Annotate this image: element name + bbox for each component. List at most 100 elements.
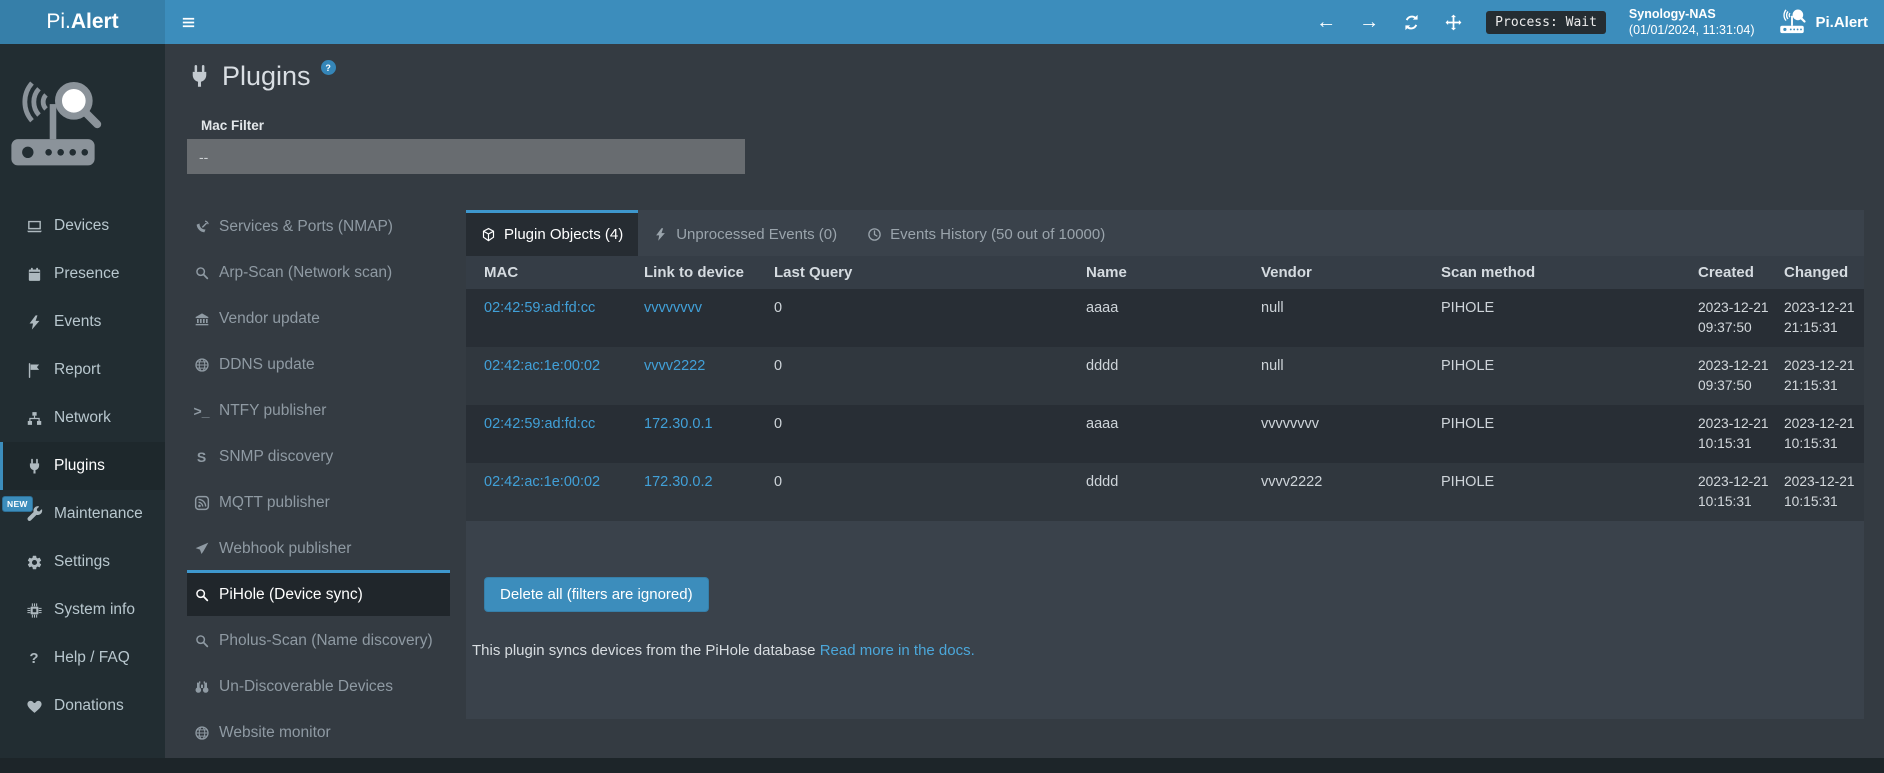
router-logo-icon	[1777, 9, 1807, 35]
plugin-nav-label: Arp-Scan (Network scan)	[219, 264, 392, 282]
icon-wrap: >_	[192, 403, 211, 419]
vendor-cell: vvvv2222	[1255, 463, 1435, 521]
table-row: 02:42:ac:1e:00:02 172.30.0.2 0 dddd vvvv…	[466, 463, 1864, 521]
plugin-nav-item-arp-scan-network-scan[interactable]: Arp-Scan (Network scan)	[187, 248, 450, 294]
icon-wrap	[192, 311, 211, 327]
sidebar-item-help-faq[interactable]: ?Help / FAQ	[0, 634, 165, 682]
plugin-nav-item-un-discoverable-devices[interactable]: Un-Discoverable Devices	[187, 662, 450, 708]
mac-filter-input[interactable]	[187, 139, 745, 174]
sidebar-item-plugins[interactable]: Plugins	[0, 442, 165, 490]
new-badge: NEW	[2, 496, 33, 512]
plugin-nav-item-ntfy-publisher[interactable]: >_ NTFY publisher	[187, 386, 450, 432]
sidebar-item-settings[interactable]: Settings	[0, 538, 165, 586]
navbar: ← → Process: Wait Synology-NAS (01/01/20…	[165, 0, 1884, 44]
page-title-row: Plugins ?	[187, 58, 1864, 94]
device-link[interactable]: 172.30.0.2	[644, 474, 713, 490]
tab-bar: Plugin Objects (4)Unprocessed Events (0)…	[466, 210, 1864, 256]
last-query-cell: 0	[768, 347, 1080, 405]
bottom-strip	[0, 758, 1884, 773]
last-query-cell: 0	[768, 463, 1080, 521]
mac-link[interactable]: 02:42:ac:1e:00:02	[484, 474, 600, 490]
icon-wrap	[23, 218, 45, 235]
sidebar-toggle-button[interactable]	[165, 0, 211, 44]
sidebar-item-presence[interactable]: Presence	[0, 250, 165, 298]
plugin-nav-item-pihole-device-sync[interactable]: PiHole (Device sync)	[187, 570, 450, 616]
device-link[interactable]: vvvv2222	[644, 358, 705, 374]
device-link[interactable]: vvvvvvvv	[644, 300, 702, 316]
name-cell: aaaa	[1080, 289, 1255, 347]
name-cell: dddd	[1080, 463, 1255, 521]
sidebar-item-network[interactable]: Network	[0, 394, 165, 442]
move-icon[interactable]	[1444, 13, 1463, 32]
heart-icon	[26, 698, 43, 715]
icon-wrap	[23, 362, 45, 379]
header-app-name: Pi.Alert	[1815, 14, 1868, 31]
plugin-nav-label: Webhook publisher	[219, 540, 351, 558]
sidebar-menu: Devices Presence Events ReportNetworkPlugin…	[0, 202, 165, 730]
created-cell: 2023-12-21 10:15:31	[1692, 405, 1778, 463]
sidebar-item-label: Presence	[54, 265, 119, 283]
column-header-created: Created	[1692, 256, 1778, 289]
sidebar-item-devices[interactable]: Devices	[0, 202, 165, 250]
sidebar-item-label: Events	[54, 313, 101, 331]
icon-wrap	[192, 219, 211, 235]
plugin-nav-item-services-ports-nmap[interactable]: Services & Ports (NMAP)	[187, 202, 450, 248]
device-link[interactable]: 172.30.0.1	[644, 416, 713, 432]
plugin-nav-label: DDNS update	[219, 356, 315, 374]
header-app: Pi.Alert	[1777, 9, 1868, 35]
plugin-nav-item-pholus-scan-name-discovery[interactable]: Pholus-Scan (Name discovery)	[187, 616, 450, 662]
icon-wrap	[23, 554, 45, 571]
sidebar-item-donations[interactable]: Donations	[0, 682, 165, 730]
name-cell: aaaa	[1080, 405, 1255, 463]
page-title: Plugins	[222, 61, 311, 92]
plugin-nav-label: NTFY publisher	[219, 402, 326, 420]
last-query-cell: 0	[768, 405, 1080, 463]
plugin-nav-item-vendor-update[interactable]: Vendor update	[187, 294, 450, 340]
icon-wrap	[192, 679, 211, 695]
help-badge[interactable]: ?	[321, 60, 336, 75]
plugin-description: This plugin syncs devices from the PiHol…	[472, 642, 1864, 659]
sidebar-item-label: Help / FAQ	[54, 649, 130, 667]
plugin-nav-item-snmp-discovery[interactable]: SSNMP discovery	[187, 432, 450, 478]
plugin-nav-item-mqtt-publisher[interactable]: MQTT publisher	[187, 478, 450, 524]
satellite-dish-icon	[194, 219, 210, 235]
mac-link[interactable]: 02:42:ac:1e:00:02	[484, 358, 600, 374]
refresh-button[interactable]	[1402, 13, 1421, 32]
plugin-nav-item-ddns-update[interactable]: DDNS update	[187, 340, 450, 386]
bolt-icon	[653, 227, 668, 242]
icon-wrap	[23, 266, 45, 283]
scan-method-cell: PIHOLE	[1435, 289, 1692, 347]
network-icon	[26, 410, 43, 427]
brand-logo[interactable]: Pi.Alert	[0, 0, 165, 44]
column-header-link-to-device: Link to device	[638, 256, 768, 289]
brand-thin: Pi.	[46, 10, 71, 34]
globe-icon	[194, 725, 210, 741]
mac-link[interactable]: 02:42:59:ad:fd:cc	[484, 416, 595, 432]
tab-plugin-objects-4[interactable]: Plugin Objects (4)	[466, 210, 638, 256]
host-time: (01/01/2024, 11:31:04)	[1629, 22, 1755, 38]
plugin-nav-item-webhook-publisher[interactable]: Webhook publisher	[187, 524, 450, 570]
sidebar-item-events[interactable]: Events	[0, 298, 165, 346]
plugin-nav: Services & Ports (NMAP) Arp-Scan (Network…	[187, 202, 450, 754]
plugin-panel: Plugin Objects (4)Unprocessed Events (0)…	[466, 210, 1864, 719]
mac-link[interactable]: 02:42:59:ad:fd:cc	[484, 300, 595, 316]
search-icon	[194, 633, 210, 649]
sidebar-item-label: Devices	[54, 217, 109, 235]
nav-back-button[interactable]: ←	[1316, 12, 1336, 32]
nav-forward-button[interactable]: →	[1359, 12, 1379, 32]
icon-wrap	[192, 541, 211, 557]
tab-events-history-50-out-of-10000[interactable]: Events History (50 out of 10000)	[852, 210, 1120, 256]
sidebar-item-label: Donations	[54, 697, 124, 715]
delete-all-button[interactable]: Delete all (filters are ignored)	[484, 577, 709, 612]
docs-link[interactable]: Read more in the docs.	[820, 642, 975, 659]
host-name: Synology-NAS	[1629, 6, 1755, 22]
icon-wrap	[192, 265, 211, 281]
tab-unprocessed-events-0[interactable]: Unprocessed Events (0)	[638, 210, 852, 256]
plugin-nav-item-website-monitor[interactable]: Website monitor	[187, 708, 450, 754]
sidebar-item-report[interactable]: Report	[0, 346, 165, 394]
plugin-nav-label: PiHole (Device sync)	[219, 586, 363, 604]
column-header-changed: Changed	[1778, 256, 1864, 289]
clock-icon	[867, 227, 882, 242]
plugin-nav-label: Website monitor	[219, 724, 331, 742]
sidebar-item-system-info[interactable]: System info	[0, 586, 165, 634]
